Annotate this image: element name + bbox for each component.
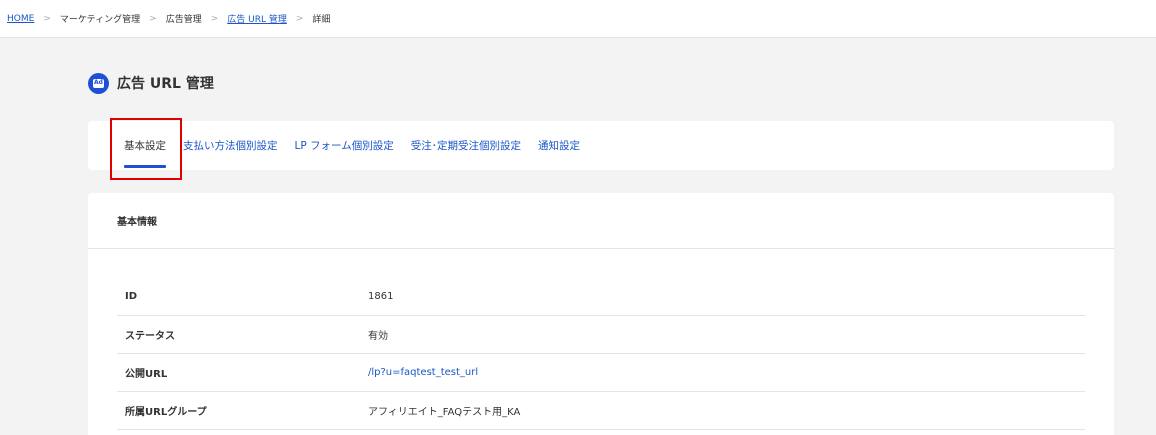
table-row: ID 1861 — [117, 278, 1085, 316]
page-title: 広告 URL 管理 — [117, 76, 214, 92]
breadcrumb-separator: > — [210, 13, 219, 24]
breadcrumb-separator: > — [43, 13, 51, 24]
row-value: 有効 — [368, 331, 388, 342]
row-label: ID — [125, 291, 138, 302]
row-value: アフィリエイト_FAQテスト用_KA — [368, 407, 521, 418]
ad-icon: Ad — [88, 72, 109, 94]
row-label: 所属URLグループ — [125, 407, 207, 418]
breadcrumb-detail: 詳細 — [312, 15, 331, 25]
table-row: ステータス 有効 — [117, 316, 1085, 354]
breadcrumb-marketing: マーケティング管理 — [59, 15, 141, 25]
public-url-link[interactable]: /lp?u=faqtest_test_url — [368, 367, 478, 378]
info-table: ID 1861 ステータス 有効 公開URL /lp?u=faqtest_tes… — [117, 278, 1085, 430]
tab-basic-settings[interactable]: 基本設定 — [124, 138, 166, 168]
section-title: 基本情報 — [88, 193, 1114, 249]
page-header: Ad 広告 URL 管理 — [88, 72, 214, 94]
tab-lp-form-settings[interactable]: LP フォーム個別設定 — [295, 138, 394, 153]
tab-bar: 基本設定 支払い方法個別設定 LP フォーム個別設定 受注･定期受注個別設定 通… — [88, 121, 1114, 170]
breadcrumb-separator: > — [149, 13, 157, 24]
table-row: 公開URL /lp?u=faqtest_test_url — [117, 354, 1085, 392]
ad-icon-text: Ad — [93, 78, 104, 88]
basic-info-card: 基本情報 ID 1861 ステータス 有効 公開URL /lp?u=faqtes… — [88, 193, 1114, 435]
row-label: 公開URL — [125, 369, 168, 380]
breadcrumb-home-link[interactable]: HOME — [7, 14, 34, 24]
row-label: ステータス — [125, 331, 175, 342]
row-value: 1861 — [368, 291, 394, 302]
tab-notification-settings[interactable]: 通知設定 — [538, 138, 580, 153]
breadcrumb-ad-management: 広告管理 — [165, 15, 202, 25]
tab-payment-settings[interactable]: 支払い方法個別設定 — [183, 138, 278, 153]
table-row: 所属URLグループ アフィリエイト_FAQテスト用_KA — [117, 392, 1085, 430]
tab-order-settings[interactable]: 受注･定期受注個別設定 — [411, 138, 521, 153]
breadcrumb: HOME > マーケティング管理 > 広告管理 > 広告 URL 管理 > 詳細 — [0, 0, 1156, 38]
breadcrumb-ad-url-link[interactable]: 広告 URL 管理 — [227, 12, 287, 25]
breadcrumb-separator: > — [295, 13, 304, 24]
